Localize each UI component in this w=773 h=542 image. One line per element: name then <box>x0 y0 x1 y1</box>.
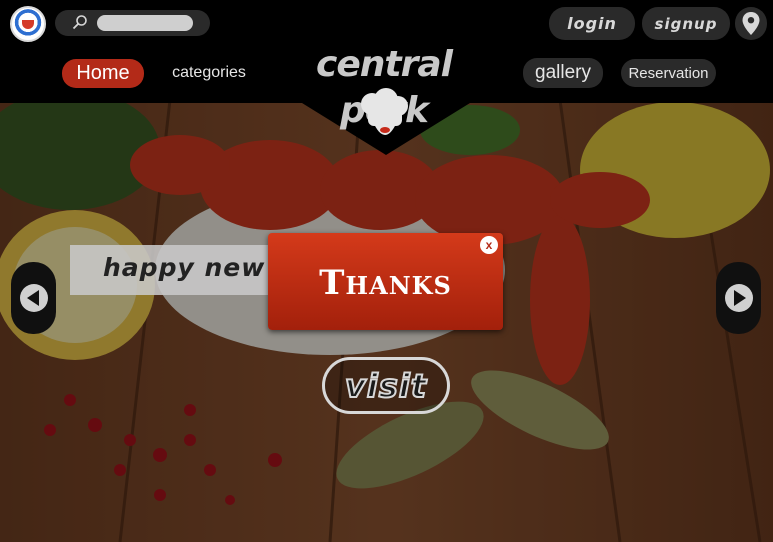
login-button[interactable]: login <box>549 7 635 40</box>
arrow-right-icon <box>725 284 753 312</box>
signup-button[interactable]: signup <box>642 7 730 40</box>
thanks-dialog: Thanks <box>268 233 503 330</box>
nav-categories[interactable]: categories <box>166 59 252 86</box>
previous-slide-button[interactable] <box>11 262 56 334</box>
search-input[interactable] <box>97 15 193 31</box>
close-icon: x <box>485 238 493 252</box>
visit-button[interactable]: visit <box>322 357 450 414</box>
nav-reservation[interactable]: Reservation <box>621 59 716 87</box>
location-pin-icon <box>742 12 760 35</box>
search-icon[interactable] <box>72 14 88 30</box>
top-bar: login signup <box>0 0 773 47</box>
slide-banner: happy new <box>70 245 280 295</box>
location-button[interactable] <box>735 7 767 40</box>
thanks-message: Thanks <box>319 263 452 303</box>
site-logo-icon[interactable] <box>10 6 46 42</box>
close-dialog-button[interactable]: x <box>480 236 498 254</box>
arrow-left-icon <box>20 284 48 312</box>
nav-home[interactable]: Home <box>62 59 144 88</box>
slide-banner-text: happy new <box>103 253 266 282</box>
next-slide-button[interactable] <box>716 262 761 334</box>
search-bar <box>55 10 210 36</box>
nav-gallery[interactable]: gallery <box>523 58 603 88</box>
visit-button-label: visit <box>344 366 428 406</box>
chef-hat-icon <box>361 88 408 135</box>
